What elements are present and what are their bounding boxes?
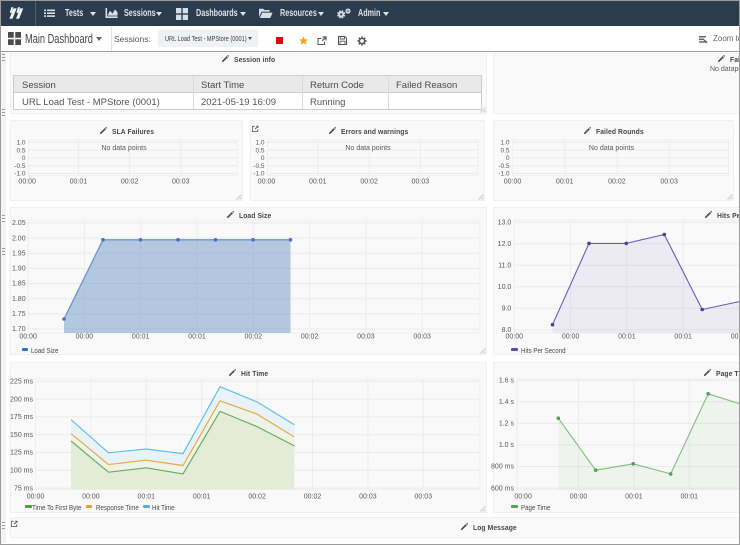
svg-text:10.0: 10.0 <box>498 284 512 291</box>
svg-text:00:03: 00:03 <box>172 179 190 186</box>
svg-text:00:01: 00:01 <box>70 179 88 186</box>
svg-text:1.90: 1.90 <box>12 266 26 273</box>
svg-text:0: 0 <box>506 155 510 162</box>
svg-text:00:01: 00:01 <box>674 333 692 340</box>
svg-text:00:00: 00:00 <box>514 493 532 500</box>
svg-text:00:02: 00:02 <box>731 333 740 340</box>
svg-text:00:00: 00:00 <box>76 333 94 340</box>
svg-text:0.5: 0.5 <box>16 147 25 154</box>
svg-text:00:03: 00:03 <box>359 493 377 500</box>
svg-text:-1.0: -1.0 <box>253 171 265 178</box>
svg-text:175 ms: 175 ms <box>10 414 33 421</box>
svg-text:1.75: 1.75 <box>12 311 26 318</box>
svg-text:75 ms: 75 ms <box>14 485 34 492</box>
svg-text:0.5: 0.5 <box>255 147 264 154</box>
svg-text:00:00: 00:00 <box>27 493 45 500</box>
svg-text:00:00: 00:00 <box>258 179 276 186</box>
svg-text:00:00: 00:00 <box>504 179 522 186</box>
svg-text:1.0: 1.0 <box>255 140 264 147</box>
svg-text:200 ms: 200 ms <box>10 396 33 403</box>
svg-text:13.0: 13.0 <box>498 220 512 227</box>
svg-text:-0.5: -0.5 <box>253 163 265 170</box>
svg-text:1.85: 1.85 <box>12 281 26 288</box>
svg-text:00:03: 00:03 <box>413 333 431 340</box>
svg-text:125 ms: 125 ms <box>10 450 33 457</box>
svg-text:00:00: 00:00 <box>562 333 580 340</box>
svg-text:00:00: 00:00 <box>82 493 100 500</box>
svg-text:00:00: 00:00 <box>570 493 588 500</box>
svg-text:00:00: 00:00 <box>19 333 37 340</box>
svg-text:00:01: 00:01 <box>193 493 211 500</box>
svg-text:00:03: 00:03 <box>415 493 433 500</box>
svg-text:00:02: 00:02 <box>304 493 322 500</box>
svg-text:2.05: 2.05 <box>12 220 26 227</box>
svg-text:No data points: No data points <box>101 145 147 152</box>
svg-text:00:02: 00:02 <box>121 179 139 186</box>
svg-text:00:01: 00:01 <box>309 179 327 186</box>
svg-text:00:01: 00:01 <box>681 493 699 500</box>
svg-text:-0.5: -0.5 <box>14 163 26 170</box>
svg-text:0: 0 <box>261 155 265 162</box>
svg-text:9.0: 9.0 <box>502 306 512 313</box>
svg-text:00:02: 00:02 <box>360 179 378 186</box>
svg-text:1.70: 1.70 <box>12 326 26 333</box>
svg-text:00:03: 00:03 <box>357 333 375 340</box>
svg-text:1.95: 1.95 <box>12 250 26 257</box>
svg-text:0.5: 0.5 <box>500 147 509 154</box>
svg-text:12.0: 12.0 <box>498 241 512 248</box>
svg-text:00:03: 00:03 <box>660 179 678 186</box>
svg-text:1.2 s: 1.2 s <box>499 421 515 428</box>
svg-text:1.4 s: 1.4 s <box>499 399 515 406</box>
svg-text:00:02: 00:02 <box>301 333 319 340</box>
svg-text:00:00: 00:00 <box>18 179 36 186</box>
svg-text:-0.5: -0.5 <box>498 163 510 170</box>
svg-text:-1.0: -1.0 <box>14 171 26 178</box>
svg-text:150 ms: 150 ms <box>10 432 33 439</box>
svg-text:1.80: 1.80 <box>12 296 26 303</box>
svg-text:00:02: 00:02 <box>608 179 626 186</box>
svg-text:No data points: No data points <box>589 145 635 152</box>
svg-text:600 ms: 600 ms <box>491 485 514 492</box>
svg-text:00:02: 00:02 <box>248 493 266 500</box>
svg-text:100 ms: 100 ms <box>10 468 33 475</box>
svg-text:800 ms: 800 ms <box>491 464 514 471</box>
svg-text:00:01: 00:01 <box>132 333 150 340</box>
svg-text:00:03: 00:03 <box>412 179 430 186</box>
svg-text:No data points: No data points <box>345 145 391 152</box>
svg-text:00:02: 00:02 <box>245 333 263 340</box>
svg-text:225 ms: 225 ms <box>10 379 33 386</box>
svg-text:-1.0: -1.0 <box>498 171 510 178</box>
svg-text:00:01: 00:01 <box>625 493 643 500</box>
svg-text:0: 0 <box>22 155 26 162</box>
svg-text:00:01: 00:01 <box>556 179 574 186</box>
svg-text:1.0: 1.0 <box>500 140 509 147</box>
svg-text:11.0: 11.0 <box>498 263 511 270</box>
svg-text:1.6 s: 1.6 s <box>499 378 515 385</box>
svg-text:1.0: 1.0 <box>16 140 25 147</box>
svg-text:2.00: 2.00 <box>12 235 26 242</box>
svg-text:1.0 s: 1.0 s <box>499 442 515 449</box>
svg-text:00:01: 00:01 <box>138 493 156 500</box>
svg-text:00:01: 00:01 <box>188 333 206 340</box>
svg-text:00:00: 00:00 <box>506 333 524 340</box>
svg-text:00:01: 00:01 <box>618 333 636 340</box>
